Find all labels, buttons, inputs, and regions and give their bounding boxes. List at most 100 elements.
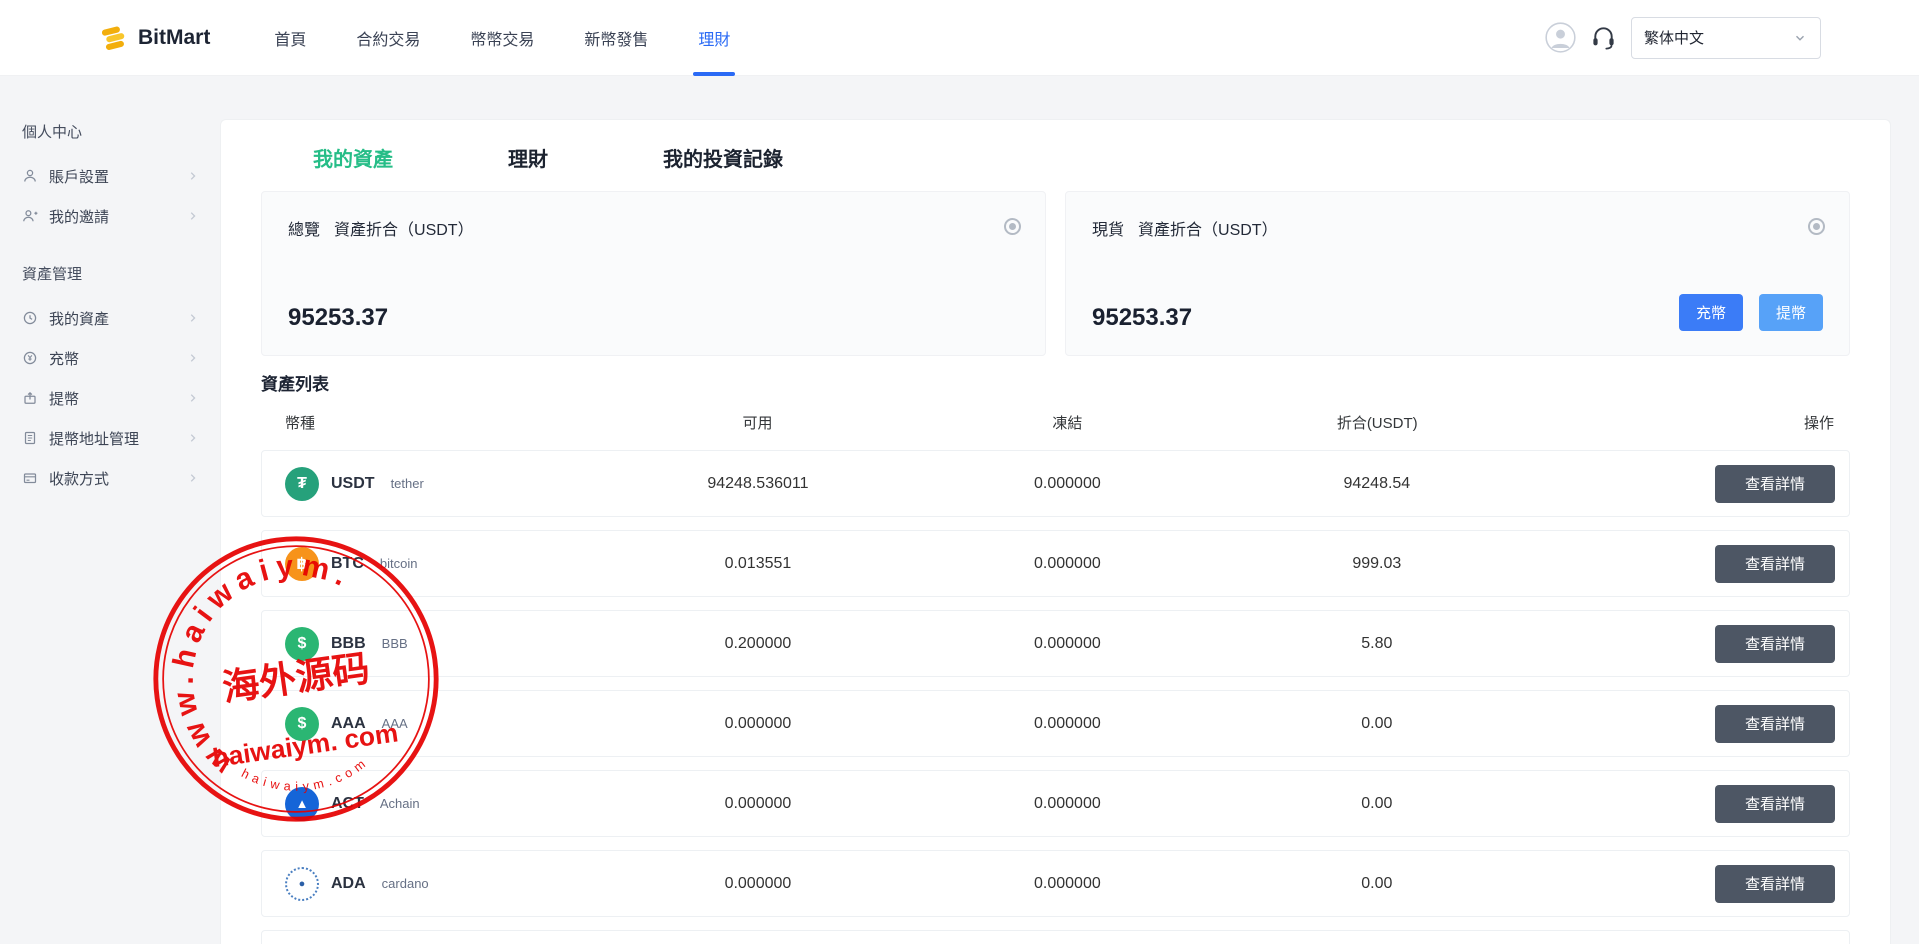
table-row-act: ▲ ACT Achain 0.000000 0.000000 0.00 查看詳情 [261,770,1850,837]
column-coin: 幣種 [261,412,603,433]
table-row-btc: ฿ BTC bitcoin 0.013551 0.000000 999.03 查… [261,530,1850,597]
sidebar-item-withdraw-address[interactable]: 提幣地址管理 [0,418,220,458]
main-panel: 我的資產 理財 我的投資記錄 總覽資產折合（USDT） 95253.37 現貨資… [220,119,1891,944]
frozen-value: 0.000000 [913,555,1222,573]
visibility-toggle-icon[interactable] [1808,218,1825,235]
table-row-usdt: ₮ USDT tether 94248.536011 0.000000 9424… [261,450,1850,517]
nav-item-home[interactable]: 首頁 [272,0,308,76]
nav-item-contract-trade[interactable]: 合約交易 [354,0,422,76]
view-details-button[interactable]: 查看詳情 [1715,785,1835,823]
coin-name: cardano [382,876,429,891]
brand-name: BitMart [138,26,210,50]
act-coin-icon: ▲ [285,787,319,821]
column-available: 可用 [603,412,913,433]
chevron-right-icon [186,311,200,325]
user-avatar-icon[interactable] [1545,22,1576,53]
topbar-right: 繁体中文 [1545,17,1821,59]
usdt-converted-value: 94248.54 [1222,475,1531,493]
ada-coin-icon: ● [285,867,319,901]
view-details-button[interactable]: 查看詳情 [1715,545,1835,583]
sidebar-section-asset-management: 資產管理 [22,264,220,286]
usdt-converted-value: 0.00 [1222,715,1531,733]
frozen-value: 0.000000 [913,635,1222,653]
chevron-right-icon [186,169,200,183]
overview-card: 總覽資產折合（USDT） 95253.37 [261,191,1046,356]
coin-symbol: USDT [331,475,375,493]
coin-name: bitcoin [380,556,418,571]
usdt-coin-icon: ₮ [285,467,319,501]
column-frozen: 凍結 [912,412,1222,433]
chevron-right-icon [186,351,200,365]
language-label: 繁体中文 [1644,27,1704,48]
coin-stack-logo-icon [100,23,128,53]
sidebar-item-my-invitation[interactable]: 我的邀請 [0,196,220,236]
usdt-converted-value: 0.00 [1222,795,1531,813]
main-nav: 首頁 合約交易 幣幣交易 新幣發售 理財 [272,0,778,76]
usdt-converted-value: 0.00 [1222,875,1531,893]
sidebar-section-personal-center: 個人中心 [22,122,220,144]
coin-symbol: AAA [331,715,366,733]
frozen-value: 0.000000 [913,795,1222,813]
nav-item-spot-trade[interactable]: 幣幣交易 [468,0,536,76]
available-value: 0.200000 [603,635,912,653]
view-details-button[interactable]: 查看詳情 [1715,625,1835,663]
table-body: ₮ USDT tether 94248.536011 0.000000 9424… [261,450,1850,944]
brand-logo[interactable]: BitMart [100,23,210,53]
view-details-button[interactable]: 查看詳情 [1715,465,1835,503]
withdraw-icon [22,390,38,406]
chevron-right-icon [186,391,200,405]
tab-my-assets[interactable]: 我的資產 [313,143,393,172]
chevron-right-icon [186,431,200,445]
language-select[interactable]: 繁体中文 [1631,17,1821,59]
withdraw-button[interactable]: 提幣 [1759,294,1823,331]
chevron-right-icon [186,471,200,485]
headset-icon [1590,24,1617,51]
tab-investment-records[interactable]: 我的投資記錄 [663,143,783,172]
coin-symbol: ADA [331,875,366,893]
spot-card-title: 現貨資產折合（USDT） [1092,216,1823,240]
coin-name: BBB [382,636,408,651]
coin-symbol: BBB [331,635,366,653]
btc-coin-icon: ฿ [285,547,319,581]
available-value: 0.013551 [603,555,912,573]
sidebar: 個人中心 賬戶設置 我的邀請 資產管理 我的資產 充幣 [0,76,220,498]
aaa-coin-icon: $ [285,707,319,741]
coin-symbol: BTC [331,555,364,573]
tab-wealth[interactable]: 理財 [508,143,548,172]
sidebar-item-account-settings[interactable]: 賬戶設置 [0,156,220,196]
nav-item-wealth[interactable]: 理財 [696,0,732,76]
coin-symbol: ACT [331,795,364,813]
frozen-value: 0.000000 [913,715,1222,733]
table-row-ada: ● ADA cardano 0.000000 0.000000 0.00 查看詳… [261,850,1850,917]
available-value: 0.000000 [603,795,912,813]
assets-clock-icon [22,310,38,326]
header: BitMart 首頁 合約交易 幣幣交易 新幣發售 理財 繁体中文 [0,0,1919,76]
support-headset-icon[interactable] [1590,24,1617,51]
nav-item-new-coin[interactable]: 新幣發售 [582,0,650,76]
column-usdt: 折合(USDT) [1222,412,1532,433]
sidebar-item-payment-method[interactable]: 收款方式 [0,458,220,498]
usdt-converted-value: 5.80 [1222,635,1531,653]
view-details-button[interactable]: 查看詳情 [1715,865,1835,903]
table-header: 幣種 可用 凍結 折合(USDT) 操作 [261,407,1850,437]
payment-card-icon [22,470,38,486]
sidebar-item-deposit[interactable]: 充幣 [0,338,220,378]
frozen-value: 0.000000 [913,475,1222,493]
overview-total-value: 95253.37 [288,305,388,331]
deposit-coin-icon [22,350,38,366]
deposit-button[interactable]: 充幣 [1679,294,1743,331]
sidebar-item-my-assets[interactable]: 我的資產 [0,298,220,338]
assets-list-title: 資產列表 [261,372,1850,398]
view-details-button[interactable]: 查看詳情 [1715,705,1835,743]
frozen-value: 0.000000 [913,875,1222,893]
page: { "header": { "brand": "BitMart", "nav":… [0,0,1919,944]
invite-icon [22,208,38,224]
avatar-icon [1545,22,1576,53]
visibility-toggle-icon[interactable] [1004,218,1021,235]
coin-name: AAA [382,716,408,731]
sidebar-item-withdraw[interactable]: 提幣 [0,378,220,418]
overview-card-title: 總覽資產折合（USDT） [288,216,1019,240]
summary-cards: 總覽資產折合（USDT） 95253.37 現貨資產折合（USDT） 95253… [261,191,1850,356]
spot-total-value: 95253.37 [1092,305,1192,331]
chevron-down-icon [1792,30,1808,46]
